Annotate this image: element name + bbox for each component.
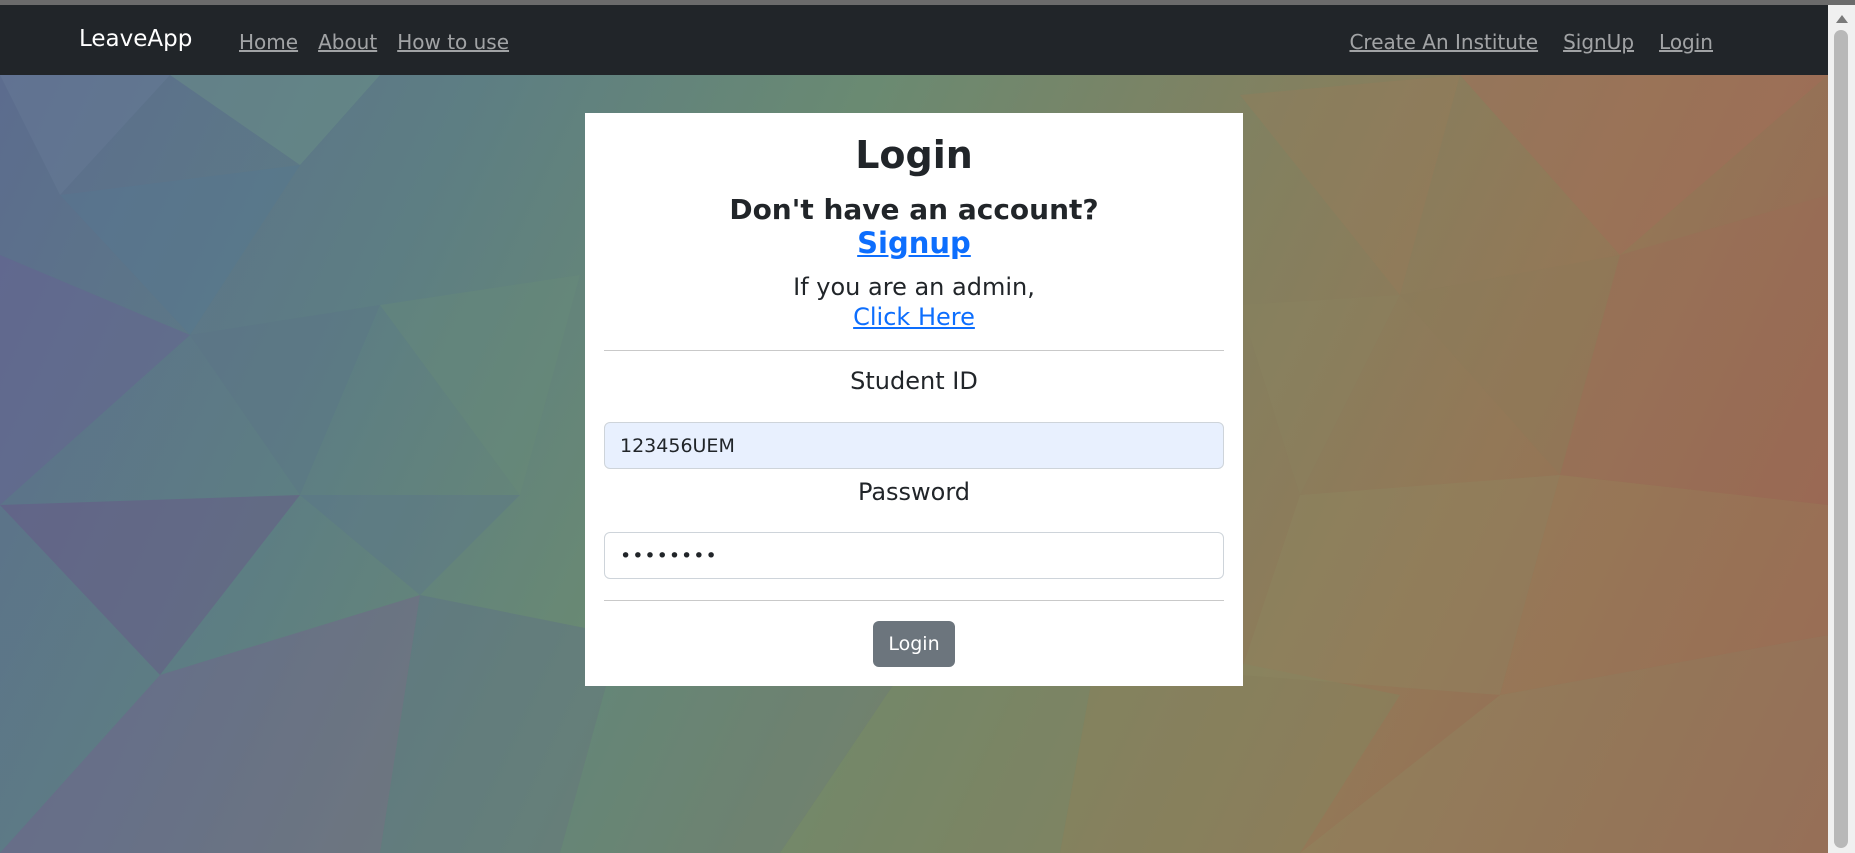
login-card: Login Don't have an account? Signup If y… bbox=[585, 113, 1243, 686]
student-id-label: Student ID bbox=[850, 367, 978, 395]
signup-link[interactable]: Signup bbox=[585, 226, 1243, 260]
nav-link-about[interactable]: About bbox=[318, 30, 377, 54]
scroll-thumb[interactable] bbox=[1834, 30, 1848, 848]
nav-link-how-to-use[interactable]: How to use bbox=[397, 30, 509, 54]
password-input[interactable] bbox=[604, 532, 1224, 579]
nav-link-login[interactable]: Login bbox=[1659, 30, 1713, 54]
vertical-scrollbar[interactable] bbox=[1828, 5, 1855, 853]
login-button[interactable]: Login bbox=[873, 621, 955, 667]
login-title: Login bbox=[855, 133, 973, 177]
student-id-input[interactable] bbox=[604, 422, 1224, 469]
nav-right-links: Create An Institute SignUp Login bbox=[1349, 30, 1713, 54]
navbar: LeaveApp Home About How to use Create An… bbox=[0, 5, 1828, 75]
divider-top bbox=[604, 350, 1224, 351]
nav-link-signup[interactable]: SignUp bbox=[1563, 30, 1634, 54]
no-account-text: Don't have an account? bbox=[729, 193, 1099, 226]
nav-link-home[interactable]: Home bbox=[239, 30, 298, 54]
brand-logo[interactable]: LeaveApp bbox=[79, 26, 192, 52]
nav-link-create-institute[interactable]: Create An Institute bbox=[1349, 30, 1538, 54]
admin-text: If you are an admin, bbox=[793, 273, 1035, 301]
admin-click-here-link[interactable]: Click Here bbox=[585, 303, 1243, 331]
scroll-up-arrow-icon[interactable] bbox=[1836, 15, 1848, 23]
divider-bottom bbox=[604, 600, 1224, 601]
password-label: Password bbox=[857, 478, 971, 506]
nav-left-links: Home About How to use bbox=[239, 30, 509, 54]
